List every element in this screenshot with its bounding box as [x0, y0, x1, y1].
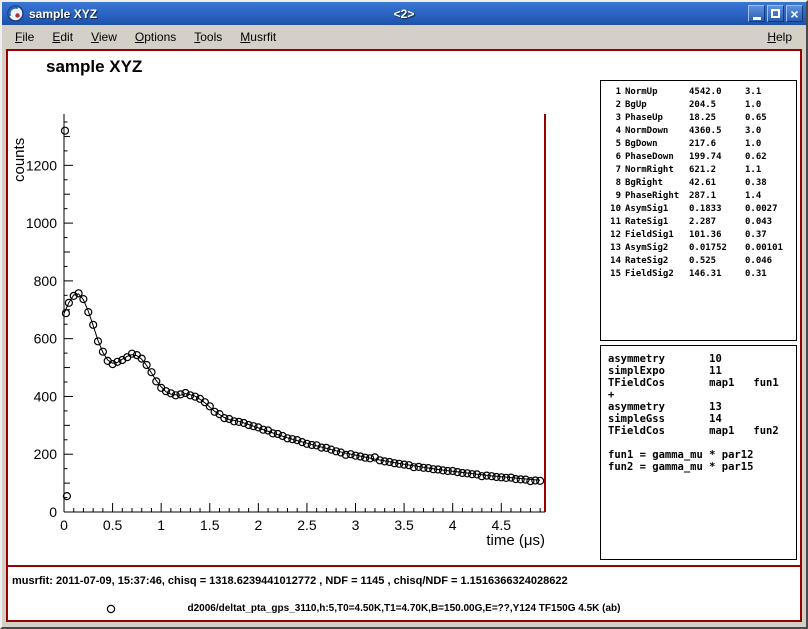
- menu-item-tools[interactable]: Tools: [185, 27, 231, 47]
- param-row: 4NormDown4360.53.0: [607, 125, 794, 138]
- menu-item-view[interactable]: View: [82, 27, 126, 47]
- menubar: FileEditViewOptionsToolsMusrfit Help: [2, 25, 806, 49]
- window-title: sample XYZ: [29, 7, 97, 21]
- svg-text:600: 600: [34, 331, 58, 347]
- parameters-box[interactable]: 1NormUp4542.03.12BgUp204.51.03PhaseUp18.…: [600, 80, 797, 341]
- param-row: 13AsymSig20.017520.00101: [607, 242, 794, 255]
- svg-text:1000: 1000: [26, 215, 57, 231]
- svg-text:0: 0: [60, 517, 68, 533]
- menu-item-options[interactable]: Options: [126, 27, 185, 47]
- svg-text:800: 800: [34, 273, 58, 289]
- theory-lines: asymmetry 10simplExpo 11TFieldCos map1 f…: [608, 353, 794, 473]
- svg-text:1: 1: [157, 517, 165, 533]
- titlebar[interactable]: sample XYZ <2> ×: [2, 2, 806, 25]
- param-row: 9PhaseRight287.11.4: [607, 190, 794, 203]
- param-row: 8BgRight42.610.38: [607, 177, 794, 190]
- svg-text:time (μs): time (μs): [486, 532, 545, 549]
- param-row: 14RateSig20.5250.046: [607, 255, 794, 268]
- params-rows: 1NormUp4542.03.12BgUp204.51.03PhaseUp18.…: [607, 86, 794, 281]
- svg-text:400: 400: [34, 388, 58, 404]
- legend-marker-icon: [105, 603, 117, 615]
- menu-item-edit[interactable]: Edit: [43, 27, 82, 47]
- svg-text:0: 0: [49, 504, 57, 520]
- param-row: 3PhaseUp18.250.65: [607, 112, 794, 125]
- root-canvas[interactable]: sample XYZ 02004006008001000120000.511.5…: [6, 49, 802, 622]
- svg-text:1200: 1200: [26, 157, 57, 173]
- svg-text:4: 4: [449, 517, 457, 533]
- maximize-icon: [771, 9, 780, 18]
- theory-box[interactable]: asymmetry 10simplExpo 11TFieldCos map1 f…: [600, 345, 797, 560]
- app-window: sample XYZ <2> × FileEditViewOptionsTool…: [0, 0, 808, 629]
- menu-item-help[interactable]: Help: [757, 27, 802, 47]
- close-button[interactable]: ×: [786, 5, 803, 22]
- close-icon: ×: [790, 7, 798, 21]
- param-row: 2BgUp204.51.0: [607, 99, 794, 112]
- legend: d2006/deltat_pta_gps_3110,h:5,T0=4.50K,T…: [8, 602, 800, 618]
- svg-text:0.5: 0.5: [103, 517, 123, 533]
- param-row: 11RateSig12.2870.043: [607, 216, 794, 229]
- svg-text:counts: counts: [11, 138, 28, 182]
- maximize-button[interactable]: [767, 5, 784, 22]
- legend-text: d2006/deltat_pta_gps_3110,h:5,T0=4.50K,T…: [8, 602, 800, 616]
- param-row: 7NormRight621.21.1: [607, 164, 794, 177]
- svg-text:2.5: 2.5: [297, 517, 317, 533]
- param-row: 10AsymSig10.18330.0027: [607, 203, 794, 216]
- plot-area[interactable]: 0 200 400 600 800 1000 1200 0 0.5 1 1.5 2 2.5 3 3.5 4 4.…: [8, 65, 580, 565]
- svg-text:3.5: 3.5: [394, 517, 414, 533]
- param-row: 6PhaseDown199.740.62: [607, 151, 794, 164]
- param-row: 15FieldSig2146.310.31: [607, 268, 794, 281]
- svg-text:2: 2: [254, 517, 262, 533]
- menubar-items: FileEditViewOptionsToolsMusrfit: [6, 27, 285, 47]
- app-icon[interactable]: [7, 5, 24, 22]
- titlebar-buttons: ×: [748, 5, 803, 22]
- minimize-icon: [753, 17, 761, 20]
- menu-item-file[interactable]: File: [6, 27, 43, 47]
- svg-text:1.5: 1.5: [200, 517, 220, 533]
- param-row: 1NormUp4542.03.1: [607, 86, 794, 99]
- window-title-center: <2>: [2, 7, 806, 21]
- menu-item-musrfit[interactable]: Musrfit: [231, 27, 285, 47]
- svg-text:200: 200: [34, 446, 58, 462]
- svg-text:3: 3: [352, 517, 360, 533]
- svg-text:4.5: 4.5: [492, 517, 512, 533]
- fit-info-text: musrfit: 2011-07-09, 15:37:46, chisq = 1…: [12, 575, 568, 587]
- param-row: 5BgDown217.61.0: [607, 138, 794, 151]
- pad-divider-line: [8, 565, 800, 567]
- param-row: 12FieldSig1101.360.37: [607, 229, 794, 242]
- minimize-button[interactable]: [748, 5, 765, 22]
